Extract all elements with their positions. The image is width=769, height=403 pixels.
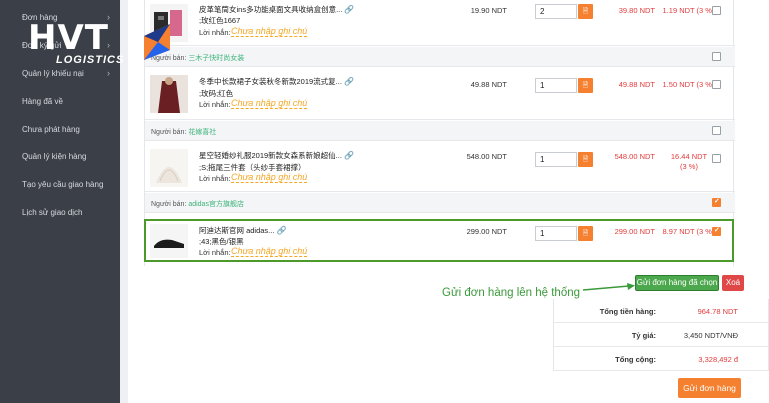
annotation-text: Gửi đơn hàng lên hệ thống [442, 287, 581, 299]
order-summary: Tổng tiền hàng: 964.78 NDT Tỷ giá: 3,450… [553, 299, 769, 371]
seller-name[interactable]: 三木子快时尚女装 [188, 55, 244, 62]
product-image[interactable] [150, 75, 188, 113]
note-input[interactable]: Chưa nhập ghi chú [231, 172, 308, 183]
seller-row: Người bán: 三木子快时尚女装 [145, 47, 735, 67]
sidebar-item-label: Hàng đã về [22, 96, 63, 106]
product-checkbox[interactable] [712, 6, 721, 15]
note-label: Lời nhắn: [199, 100, 231, 109]
sidebar-item-packages[interactable]: Quản lý kiện hàng [0, 143, 120, 169]
rate-value: 3,450 NDT/VNĐ [683, 331, 738, 340]
service-fee: 1.50 NDT (3 %) [662, 80, 715, 89]
seller-name[interactable]: adidas官方旗舰店 [188, 201, 244, 208]
quantity-input[interactable]: 1 [535, 78, 577, 93]
table-row: 星空轻婚纱礼服2019新款女森系新娘超仙... 🔗 ;S;拖尾三件套（头纱手套裙撑… [145, 142, 735, 192]
sidebar-item-not-shipped[interactable]: Chưa phát hàng [0, 116, 120, 142]
unit-price: 19.90 NDT [470, 6, 507, 15]
logo-subtext: LOGISTICS [56, 54, 125, 66]
logo: HVT LOGISTICS [28, 18, 170, 68]
chevron-right-icon: › [107, 68, 110, 78]
product-attributes: ;玫码;红色 [199, 89, 234, 98]
send-order-button[interactable]: Gửi đơn hàng [678, 378, 741, 398]
rate-label: Tỷ giá: [631, 331, 656, 340]
logo-text: HVT [28, 18, 109, 58]
service-fee: 1.19 NDT (3 %) [662, 6, 715, 15]
seller-checkbox[interactable] [712, 126, 721, 135]
seller-row: Người bán: adidas官方旗舰店 [145, 193, 735, 213]
link-icon[interactable]: 🔗 [344, 5, 354, 14]
note-label: Lời nhắn: [199, 174, 231, 183]
sidebar-item-label: Chưa phát hàng [22, 124, 80, 134]
line-total: 39.80 NDT [618, 6, 655, 15]
link-icon[interactable]: 🔗 [344, 77, 354, 86]
note-input[interactable]: Chưa nhập ghi chú [231, 26, 308, 37]
table-row: 冬季中长款裙子女装秋冬新款2019流式复... 🔗 ;玫码;红色 Lời nhắn… [145, 68, 735, 120]
total-value: 964.78 NDT [697, 307, 738, 316]
seller-checkbox[interactable] [712, 52, 721, 61]
seller-row: Người bán: 花嫁喜社 [145, 121, 735, 141]
product-checkbox[interactable] [712, 154, 721, 163]
service-fee: 16.44 NDT (3 %) [670, 152, 708, 171]
product-name[interactable]: 星空轻婚纱礼服2019新款女森系新娘超仙... 🔗 [199, 150, 369, 161]
sidebar-item-label: Tạo yêu cầu giao hàng [22, 179, 104, 189]
sidebar-item-label: Quản lý khiếu nại [22, 68, 84, 78]
grand-total-label: Tổng cộng: [615, 355, 656, 364]
seller-name[interactable]: 花嫁喜社 [188, 129, 216, 136]
grand-total-value: 3,328,492 đ [698, 355, 738, 364]
update-quantity-button[interactable]: 🗎 [578, 78, 593, 93]
note-label: Lời nhắn: [199, 28, 231, 37]
sidebar-item-transactions[interactable]: Lịch sử giao dịch [0, 199, 120, 225]
update-quantity-button[interactable]: 🗎 [578, 152, 593, 167]
summary-row-total: Tổng tiền hàng: 964.78 NDT [554, 299, 768, 323]
seller-label: Người bán: [151, 201, 187, 208]
unit-price: 49.88 NDT [470, 80, 507, 89]
seller-checkbox[interactable] [712, 197, 721, 207]
main-content: 皮革笔筒女ins多功能桌面文具收纳盒创意... 🔗 ;玫红色1667 Lời nh… [128, 0, 769, 403]
product-name[interactable]: 皮革笔筒女ins多功能桌面文具收纳盒创意... 🔗 [199, 4, 369, 15]
submit-selected-button[interactable]: Gửi đơn hàng đã chọn [635, 275, 719, 291]
product-image[interactable] [150, 149, 188, 187]
delete-button[interactable]: Xoá [722, 275, 744, 291]
product-name[interactable]: 冬季中长款裙子女装秋冬新款2019流式复... 🔗 [199, 76, 369, 87]
seller-label: Người bán: [151, 129, 187, 136]
sidebar-item-arrived[interactable]: Hàng đã về [0, 88, 120, 114]
product-attributes: ;玫红色1667 [199, 16, 241, 25]
selected-item-highlight [144, 219, 734, 262]
link-icon[interactable]: 🔗 [344, 151, 354, 160]
total-label: Tổng tiền hàng: [599, 307, 656, 316]
table-row: 皮革笔筒女ins多功能桌面文具收纳盒创意... 🔗 ;玫红色1667 Lời nh… [145, 0, 735, 46]
sidebar-item-delivery-request[interactable]: Tạo yêu cầu giao hàng [0, 171, 120, 197]
summary-row-rate: Tỷ giá: 3,450 NDT/VNĐ [554, 323, 768, 347]
summary-row-grand: Tổng cộng: 3,328,492 đ [554, 347, 768, 371]
note-input[interactable]: Chưa nhập ghi chú [231, 98, 308, 109]
line-total: 49.88 NDT [618, 80, 655, 89]
arrow-icon [583, 283, 635, 291]
quantity-input[interactable]: 2 [535, 4, 577, 19]
quantity-input[interactable]: 1 [535, 152, 577, 167]
logo-mark-icon [144, 24, 170, 60]
line-total: 548.00 NDT [614, 152, 655, 161]
update-quantity-button[interactable]: 🗎 [578, 4, 593, 19]
unit-price: 548.00 NDT [466, 152, 507, 161]
sidebar-item-label: Lịch sử giao dịch [22, 207, 83, 217]
sidebar-item-label: Quản lý kiện hàng [22, 151, 87, 161]
product-checkbox[interactable] [712, 80, 721, 89]
